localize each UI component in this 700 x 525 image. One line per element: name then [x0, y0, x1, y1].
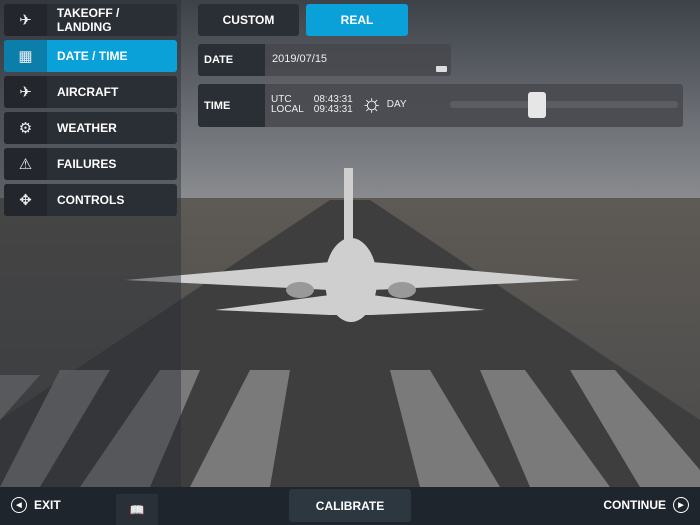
back-icon: ◀ — [11, 497, 27, 513]
help-manual-button[interactable]: 📖 — [116, 494, 158, 525]
keyboard-icon[interactable] — [436, 66, 447, 72]
exit-button[interactable]: ◀ EXIT — [11, 497, 61, 513]
local-time: 09:43:31 — [313, 104, 353, 115]
airplane-icon: ✈ — [4, 76, 47, 108]
time-label: TIME — [198, 84, 265, 127]
date-label: DATE — [198, 44, 265, 76]
time-slider-thumb[interactable] — [527, 92, 546, 118]
sidebar-item-takeoff-landing[interactable]: ✈ TAKEOFF / LANDING — [4, 4, 177, 36]
controls-icon: ✥ — [4, 184, 47, 216]
calendar-gear-icon: ▦ — [4, 40, 47, 72]
custom-button[interactable]: CUSTOM — [198, 4, 299, 36]
footer-bar: ◀ EXIT 📖 CALIBRATE CONTINUE ▶ — [0, 487, 700, 525]
sidebar-item-weather[interactable]: ⚙ WEATHER — [4, 112, 177, 144]
sidebar-item-failures[interactable]: ⚠ FAILURES — [4, 148, 177, 180]
help-book-icon: 📖 — [129, 502, 145, 517]
forward-icon: ▶ — [673, 497, 689, 513]
weather-gear-icon: ⚙ — [4, 112, 47, 144]
sidebar-item-date-time[interactable]: ▦ DATE / TIME — [4, 40, 177, 72]
sidebar-item-controls[interactable]: ✥ CONTROLS — [4, 184, 177, 216]
real-button[interactable]: REAL — [306, 4, 408, 36]
time-row: TIME UTC LOCAL 08:43:31 09:43:31 ☼ DAY — [198, 84, 683, 127]
date-field[interactable]: 2019/07/15 — [265, 44, 451, 76]
sidebar-backdrop — [0, 0, 181, 487]
continue-button[interactable]: CONTINUE ▶ — [603, 497, 689, 513]
calibrate-button[interactable]: CALIBRATE — [289, 489, 411, 522]
period-label: DAY — [386, 99, 407, 110]
sun-icon: ☼ — [360, 90, 383, 117]
local-label: LOCAL — [271, 104, 304, 115]
takeoff-landing-icon: ✈ — [4, 4, 47, 36]
warning-icon: ⚠ — [4, 148, 47, 180]
time-slider[interactable] — [450, 92, 678, 118]
sidebar-item-aircraft[interactable]: ✈ AIRCRAFT — [4, 76, 177, 108]
date-row: DATE 2019/07/15 — [198, 44, 451, 76]
